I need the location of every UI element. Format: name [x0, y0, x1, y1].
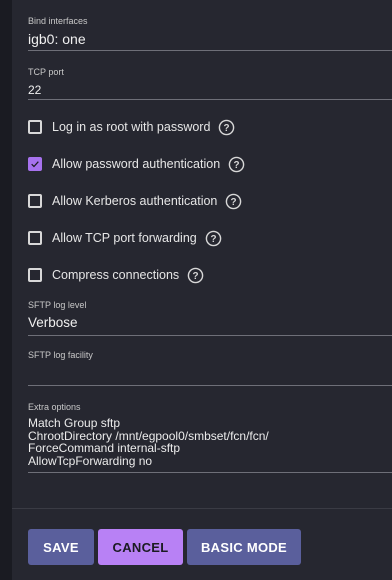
help-circle-icon[interactable]: ?	[218, 119, 235, 136]
help-circle-icon[interactable]: ?	[187, 267, 204, 284]
bind-interfaces-label: Bind interfaces	[28, 16, 88, 26]
svg-text:?: ?	[234, 160, 240, 171]
sftp-log-facility-select[interactable]: SFTP log facility	[28, 350, 392, 387]
svg-text:?: ?	[210, 234, 216, 245]
sftp-log-level-select[interactable]: SFTP log level Verbose	[28, 300, 392, 337]
help-circle-icon[interactable]: ?	[228, 156, 245, 173]
extra-options-line: Match Group sftp	[28, 416, 121, 430]
checkbox-row-root-login[interactable]: Log in as root with password ?	[28, 117, 235, 137]
tcp-port-field[interactable]: TCP port 22	[28, 67, 392, 101]
ssh-form-panel: Bind interfaces igb0: one TCP port 22 Lo…	[12, 0, 392, 580]
checkbox-row-kerberos-auth[interactable]: Allow Kerberos authentication ?	[28, 191, 242, 211]
tcp-port-label: TCP port	[28, 67, 64, 77]
compress-label: Compress connections	[52, 268, 180, 282]
checkbox-row-password-auth[interactable]: Allow password authentication ?	[28, 154, 245, 174]
extra-options-label: Extra options	[28, 402, 81, 412]
tcp-port-underline	[28, 99, 392, 100]
sftp-log-facility-label: SFTP log facility	[28, 350, 93, 360]
svg-text:?: ?	[224, 123, 230, 134]
kerberos-auth-label: Allow Kerberos authentication	[52, 194, 218, 208]
basic-mode-button[interactable]: BASIC MODE	[187, 529, 301, 565]
cancel-button[interactable]: CANCEL	[98, 529, 183, 565]
extra-options-label-wrap: Extra options	[28, 402, 392, 412]
checkbox-row-compress[interactable]: Compress connections ?	[28, 265, 204, 285]
extra-options-underline	[28, 472, 392, 473]
extra-options-line: AllowTcpForwarding no	[28, 453, 153, 468]
extra-options-line: ForceCommand internal-sftp	[28, 441, 181, 455]
tcp-forwarding-checkbox[interactable]	[28, 231, 42, 245]
svg-text:?: ?	[231, 197, 237, 208]
root-login-checkbox[interactable]	[28, 120, 42, 134]
sftp-log-level-label: SFTP log level	[28, 300, 87, 310]
tcp-forwarding-label: Allow TCP port forwarding	[52, 231, 197, 245]
sftp-log-level-underline	[28, 335, 392, 336]
footer-divider	[12, 508, 392, 509]
checkbox-row-tcp-forwarding[interactable]: Allow TCP port forwarding ?	[28, 228, 222, 248]
sftp-log-facility-underline	[28, 385, 392, 386]
kerberos-auth-checkbox[interactable]	[28, 194, 42, 208]
extra-options-textarea[interactable]: Match Group sftp ChrootDirectory /mnt/eg…	[28, 417, 269, 467]
bind-interfaces-value[interactable]: igb0: one	[28, 31, 392, 47]
svg-text:?: ?	[193, 271, 199, 282]
help-circle-icon[interactable]: ?	[205, 230, 222, 247]
root-login-label: Log in as root with password	[52, 120, 211, 134]
bind-interfaces-underline	[28, 50, 392, 51]
password-auth-checkbox[interactable]	[28, 157, 42, 171]
password-auth-label: Allow password authentication	[52, 157, 221, 171]
tcp-port-input[interactable]: 22	[28, 83, 392, 97]
save-button[interactable]: SAVE	[28, 529, 94, 565]
sftp-log-level-value[interactable]: Verbose	[28, 315, 392, 330]
help-circle-icon[interactable]: ?	[225, 193, 242, 210]
check-icon	[31, 161, 39, 168]
compress-checkbox[interactable]	[28, 268, 42, 282]
